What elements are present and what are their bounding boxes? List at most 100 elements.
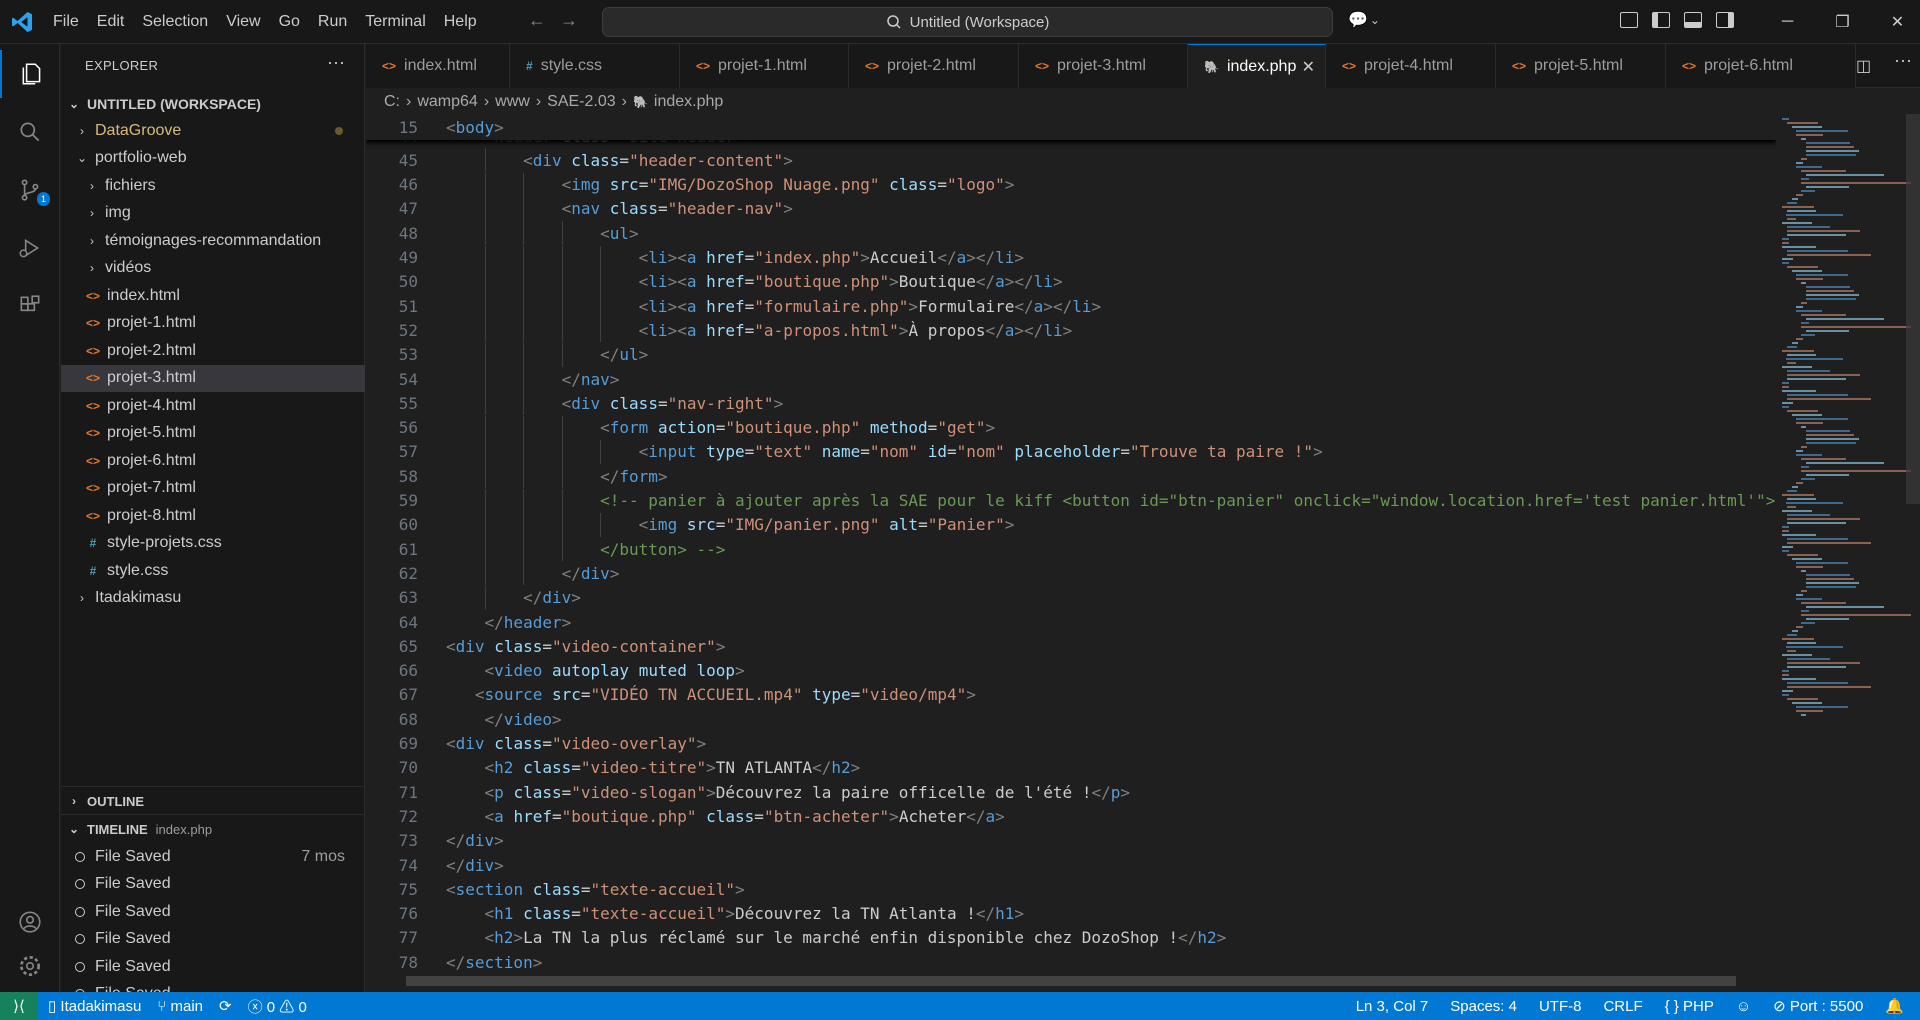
- tree-item[interactable]: ⌄ portfolio-web: [61, 145, 365, 173]
- copilot-status-icon[interactable]: ☺: [1736, 998, 1751, 1015]
- code-line[interactable]: 49 <li><a href="index.php">Accueil</a></…: [366, 245, 1776, 270]
- tree-item[interactable]: <> projet-4.html: [61, 392, 365, 420]
- code-line[interactable]: 61 </button> -->: [366, 537, 1776, 562]
- sync-icon[interactable]: ⟳: [219, 997, 232, 1015]
- tree-item[interactable]: <> projet-6.html: [61, 447, 365, 475]
- tab-index-php[interactable]: 🐘 index.php ✕: [1188, 44, 1326, 88]
- close-tab-icon[interactable]: ✕: [1302, 57, 1315, 77]
- breadcrumb-item[interactable]: www: [495, 93, 530, 111]
- tree-item[interactable]: › fichiers: [61, 172, 365, 200]
- code-line[interactable]: 69 <div class="video-overlay">: [366, 732, 1776, 756]
- remote-name-item[interactable]: ▯ Itadakimasu: [48, 997, 141, 1015]
- tree-item[interactable]: › DataGroove: [61, 117, 365, 145]
- minimap[interactable]: [1776, 114, 1920, 992]
- tree-item[interactable]: <> projet-3.html: [61, 364, 365, 392]
- code-line[interactable]: 72 <a href="boutique.php" class="btn-ach…: [366, 804, 1776, 828]
- accounts-icon[interactable]: [0, 898, 60, 946]
- code-line[interactable]: 45 <div class="header-content">: [366, 148, 1776, 173]
- problems-item[interactable]: ⓧ 0 ⚠ 0: [248, 996, 307, 1017]
- workspace-header[interactable]: ⌄ UNTITLED (WORKSPACE): [61, 90, 365, 118]
- settings-gear-icon[interactable]: [0, 942, 60, 990]
- customize-layout-icon[interactable]: [1620, 12, 1638, 28]
- code-line[interactable]: 63 </div>: [366, 585, 1776, 610]
- breadcrumb-item[interactable]: SAE-2.03: [547, 93, 615, 111]
- explorer-icon[interactable]: [0, 50, 62, 98]
- tree-item[interactable]: # style.css: [61, 557, 365, 585]
- line-ending[interactable]: CRLF: [1603, 998, 1642, 1015]
- code-line[interactable]: 59 <!-- panier à ajouter après la SAE po…: [366, 488, 1776, 513]
- horizontal-scrollbar[interactable]: [406, 976, 1736, 986]
- timeline-item[interactable]: File Saved 7 mos: [61, 843, 365, 871]
- code-line[interactable]: 74 </div>: [366, 853, 1776, 877]
- tree-item[interactable]: › vidéos: [61, 255, 365, 283]
- tab-projet-2-html[interactable]: <> projet-2.html: [849, 44, 1019, 88]
- code-line[interactable]: 78 </section>: [366, 950, 1776, 974]
- code-line[interactable]: 62 </div>: [366, 561, 1776, 586]
- code-line[interactable]: 77 <h2>La TN la plus réclamé sur le marc…: [366, 926, 1776, 950]
- timeline-section[interactable]: ⌄ TIMELINE index.php: [61, 814, 365, 843]
- menu-run[interactable]: Run: [309, 13, 356, 31]
- code-line[interactable]: 76 <h1 class="texte-accueil">Découvrez l…: [366, 902, 1776, 926]
- code-line[interactable]: 54 </nav>: [366, 367, 1776, 391]
- remote-indicator[interactable]: ⟩⟨: [0, 992, 38, 1020]
- timeline-item[interactable]: File Saved: [61, 926, 365, 954]
- more-actions-icon[interactable]: ···: [1894, 50, 1912, 71]
- tab-projet-1-html[interactable]: <> projet-1.html: [680, 44, 849, 88]
- indentation[interactable]: Spaces: 4: [1450, 998, 1517, 1015]
- code-line[interactable]: 50 <li><a href="boutique.php">Boutique</…: [366, 269, 1776, 294]
- timeline-item[interactable]: File Saved: [61, 871, 365, 899]
- menu-file[interactable]: File: [44, 13, 88, 31]
- code-line[interactable]: 52 <li><a href="a-propos.html">À propos<…: [366, 318, 1776, 343]
- code-editor[interactable]: 15 <body> 44 <header class="site-header"…: [366, 114, 1776, 992]
- code-line[interactable]: 57 <input type="text" name="nom" id="nom…: [366, 439, 1776, 464]
- menu-go[interactable]: Go: [270, 13, 309, 31]
- code-line[interactable]: 75 <section class="texte-accueil">: [366, 877, 1776, 901]
- code-line[interactable]: 65 <div class="video-container">: [366, 634, 1776, 658]
- tree-item[interactable]: # style-projets.css: [61, 530, 365, 558]
- breadcrumb-item[interactable]: wamp64: [417, 93, 477, 111]
- cursor-position[interactable]: Ln 3, Col 7: [1356, 998, 1429, 1015]
- encoding[interactable]: UTF-8: [1539, 998, 1582, 1015]
- command-center-search[interactable]: Untitled (Workspace): [602, 7, 1333, 37]
- live-server-item[interactable]: ⊘ Port : 5500: [1773, 997, 1863, 1015]
- copilot-button[interactable]: 💬 ⌄: [1348, 10, 1380, 30]
- tab-projet-4-html[interactable]: <> projet-4.html: [1326, 44, 1496, 88]
- tab-projet-3-html[interactable]: <> projet-3.html: [1019, 44, 1188, 88]
- code-line[interactable]: 64 </header>: [366, 610, 1776, 634]
- search-view-icon[interactable]: [0, 108, 60, 156]
- minimize-icon[interactable]: ─: [1760, 13, 1815, 31]
- code-line[interactable]: 47 <nav class="header-nav">: [366, 196, 1776, 221]
- tree-item[interactable]: <> projet-1.html: [61, 310, 365, 338]
- code-line[interactable]: 55 <div class="nav-right">: [366, 391, 1776, 416]
- tab-index-html[interactable]: <> index.html: [366, 44, 510, 88]
- extensions-icon[interactable]: [0, 282, 60, 330]
- code-line[interactable]: 67 <source src="VIDÉO TN ACCUEIL.mp4" ty…: [366, 683, 1776, 707]
- tree-item[interactable]: <> projet-2.html: [61, 337, 365, 365]
- toggle-panel-icon[interactable]: [1684, 12, 1702, 28]
- branch-item[interactable]: ⑂ main: [157, 998, 203, 1015]
- code-line[interactable]: 66 <video autoplay muted loop>: [366, 659, 1776, 683]
- forward-arrow-icon[interactable]: →: [560, 10, 578, 31]
- code-line[interactable]: 46 <img src="IMG/DozoShop Nuage.png" cla…: [366, 172, 1776, 197]
- menu-view[interactable]: View: [217, 13, 269, 31]
- more-actions-icon[interactable]: ···: [327, 52, 345, 73]
- restore-icon[interactable]: ❐: [1815, 12, 1870, 32]
- breadcrumb-item[interactable]: index.php: [654, 93, 723, 111]
- source-control-icon[interactable]: 1: [0, 166, 60, 214]
- code-line[interactable]: 58 </form>: [366, 464, 1776, 489]
- timeline-item[interactable]: File Saved: [61, 898, 365, 926]
- timeline-item[interactable]: File Saved: [61, 953, 365, 981]
- code-line[interactable]: 51 <li><a href="formulaire.php">Formulai…: [366, 294, 1776, 319]
- sticky-scroll-line[interactable]: 15 <body>: [366, 114, 1776, 140]
- tab-style-css[interactable]: # style.css: [510, 44, 680, 88]
- tab-projet-5-html[interactable]: <> projet-5.html: [1496, 44, 1666, 88]
- close-window-icon[interactable]: ✕: [1870, 12, 1920, 32]
- tree-item[interactable]: <> projet-8.html: [61, 502, 365, 530]
- language-mode[interactable]: { } PHP: [1665, 998, 1714, 1015]
- breadcrumb-item[interactable]: C:: [384, 93, 400, 111]
- back-arrow-icon[interactable]: ←: [528, 10, 546, 31]
- run-debug-icon[interactable]: [0, 224, 60, 272]
- tree-item[interactable]: › img: [61, 200, 365, 228]
- tree-item[interactable]: › Itadakimasu: [61, 585, 365, 613]
- tree-item[interactable]: <> index.html: [61, 282, 365, 310]
